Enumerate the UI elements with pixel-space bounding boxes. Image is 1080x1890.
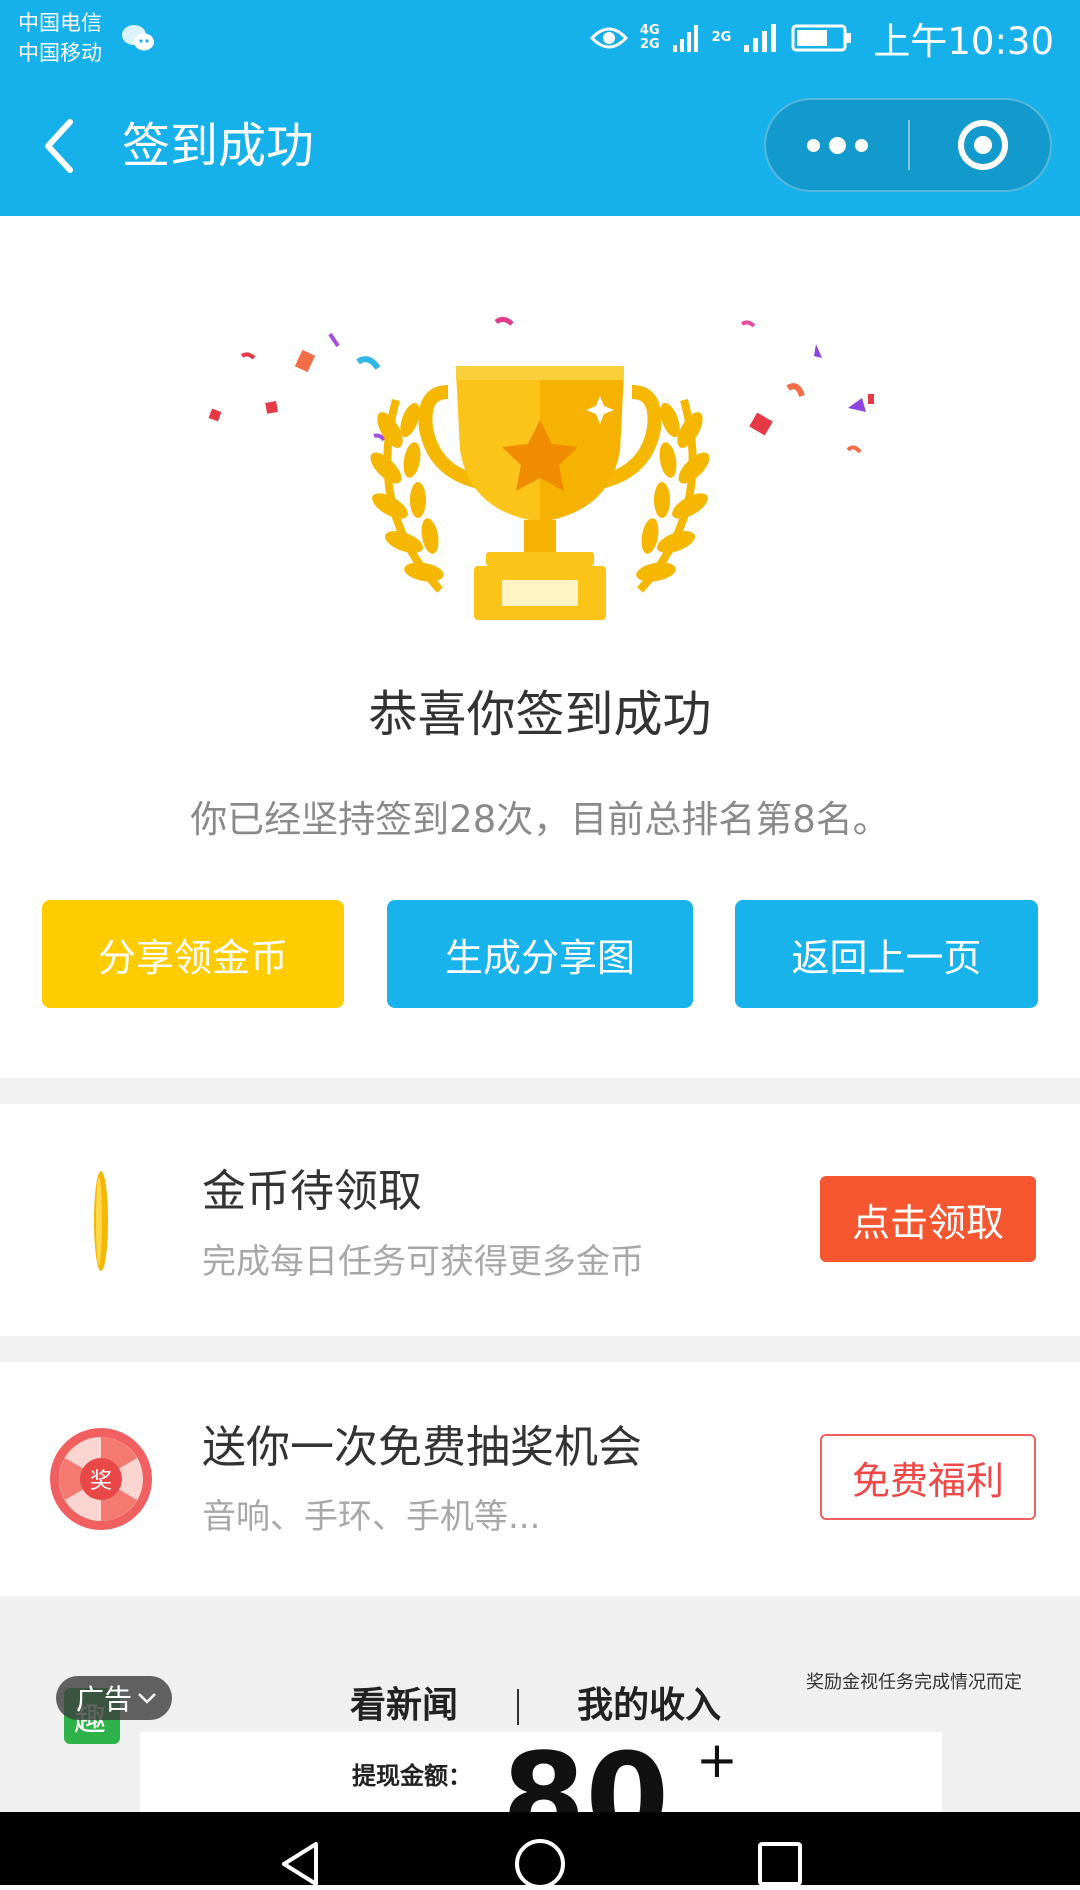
network-type-2: 2G <box>711 30 732 45</box>
section-divider <box>0 1336 1080 1362</box>
status-bar: 中国电信 中国移动 4G 2G 2G 上午10:30 <box>0 0 1080 76</box>
capsule-divider <box>908 120 910 170</box>
home-circle-icon[interactable] <box>514 1838 566 1890</box>
coins-subtitle: 完成每日任务可获得更多金币 <box>202 1242 644 1282</box>
back-arrow-icon[interactable] <box>36 114 86 178</box>
trophy-cup-icon <box>418 366 662 620</box>
lottery-title: 送你一次免费抽奖机会 <box>202 1422 642 1473</box>
ad-tabs: 看新闻 我的收入 <box>350 1676 721 1728</box>
generate-share-image-button[interactable]: 生成分享图 <box>387 900 693 1008</box>
wechat-icon <box>122 25 154 51</box>
gold-coin-icon <box>94 1171 108 1271</box>
carrier-1: 中国电信 <box>18 11 102 35</box>
more-dot-icon <box>854 138 868 152</box>
share-coins-button[interactable]: 分享领金币 <box>42 900 344 1008</box>
back-triangle-icon[interactable] <box>278 1840 322 1888</box>
clock: 上午10:30 <box>873 20 1054 63</box>
recents-square-icon[interactable] <box>756 1840 804 1888</box>
close-mini-program-icon[interactable] <box>956 118 1010 172</box>
trophy-illustration <box>208 316 874 620</box>
ad-tab-divider <box>516 1689 519 1725</box>
carrier-2: 中国移动 <box>18 41 102 65</box>
lottery-subtitle: 音响、手环、手机等... <box>202 1497 541 1537</box>
congrats-heading: 恭喜你签到成功 <box>368 686 712 743</box>
more-dot-icon <box>828 136 846 154</box>
ad-withdraw-card: 提现金额： 80 + <box>140 1729 942 1812</box>
system-navigation-bar <box>0 1812 1080 1889</box>
prize-label: 奖 <box>90 1469 112 1494</box>
lottery-row: 奖 送你一次免费抽奖机会 音响、手环、手机等... 免费福利 <box>0 1362 1080 1596</box>
ad-tab-income: 我的收入 <box>577 1685 722 1726</box>
more-button[interactable] <box>766 100 908 190</box>
coins-pending-row: 金币待领取 完成每日任务可获得更多金币 点击领取 <box>0 1104 1080 1336</box>
prize-wheel-icon: 奖 <box>50 1428 152 1530</box>
checkin-stats: 你已经坚持签到28次，目前总排名第8名。 <box>190 798 890 841</box>
withdraw-plus: + <box>696 1731 738 1789</box>
ad-banner[interactable]: 趣 广告 看新闻 我的收入 奖励金视任务完成情况而定 提现金额： 80 + <box>0 1596 1080 1812</box>
coins-title: 金币待领取 <box>202 1166 422 1217</box>
nav-bar: 签到成功 <box>0 76 1080 216</box>
ad-note: 奖励金视任务完成情况而定 <box>806 1672 1022 1693</box>
chevron-down-icon <box>138 1693 156 1704</box>
section-divider <box>0 1078 1080 1104</box>
go-back-button[interactable]: 返回上一页 <box>735 900 1038 1008</box>
mini-program-capsule <box>764 98 1052 192</box>
battery-icon <box>791 24 852 52</box>
signal-2-icon <box>744 24 777 52</box>
page-title: 签到成功 <box>122 118 315 174</box>
carrier-info: 中国电信 中国移动 <box>18 8 102 68</box>
free-welfare-button[interactable]: 免费福利 <box>820 1434 1036 1520</box>
ad-label: 广告 <box>76 1683 133 1716</box>
ad-tab-news: 看新闻 <box>350 1685 459 1726</box>
network-type-1: 4G 2G <box>639 23 660 52</box>
eye-icon <box>589 27 628 49</box>
withdraw-amount-label: 提现金额： <box>352 1762 472 1790</box>
ad-badge[interactable]: 广告 <box>56 1676 173 1720</box>
withdraw-amount: 80 <box>502 1729 669 1812</box>
status-icons: 4G 2G 2G 上午10:30 <box>589 12 1054 64</box>
signal-1-icon <box>672 25 698 52</box>
more-dot-icon <box>806 138 820 152</box>
claim-coins-button[interactable]: 点击领取 <box>820 1176 1036 1262</box>
